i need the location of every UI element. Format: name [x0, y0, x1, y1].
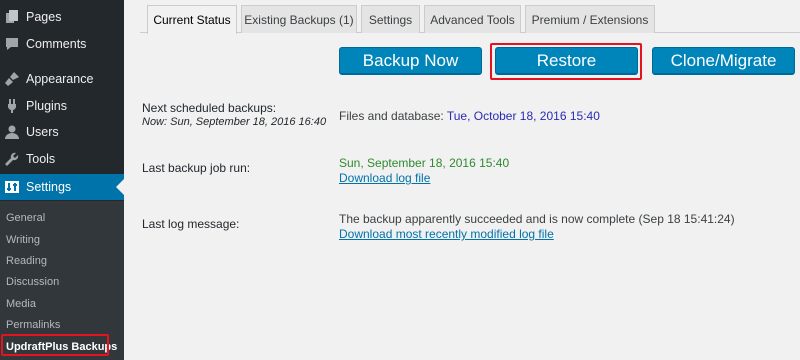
users-icon: [5, 125, 19, 139]
menu-item-tools[interactable]: Tools: [0, 146, 124, 172]
submenu-item-media[interactable]: Media: [0, 293, 124, 314]
updraftplus-highlight: [1, 334, 109, 356]
submenu-item-general[interactable]: General: [0, 207, 124, 228]
admin-sidebar: Pages Comments Appearance Plugins Users …: [0, 0, 124, 360]
last-backup-date: Sun, September 18, 2016 15:40: [339, 156, 510, 170]
next-scheduled-label: Next scheduled backups:: [142, 101, 277, 115]
menu-item-pages[interactable]: Pages: [0, 4, 124, 30]
tab-settings[interactable]: Settings: [361, 5, 420, 33]
download-log-link[interactable]: Download log file: [339, 171, 430, 185]
last-log-label: Last log message:: [142, 217, 240, 231]
menu-label: Users: [26, 125, 59, 139]
menu-item-users[interactable]: Users: [0, 119, 124, 145]
files-database-line: Files and database: Tue, October 18, 201…: [339, 109, 600, 123]
pages-icon: [5, 10, 19, 24]
tab-advanced-tools[interactable]: Advanced Tools: [424, 5, 521, 33]
menu-label: Comments: [26, 37, 87, 51]
backup-now-button[interactable]: Backup Now: [339, 47, 482, 75]
plugins-icon: [5, 99, 19, 113]
menu-item-appearance[interactable]: Appearance: [0, 66, 124, 92]
comments-icon: [5, 37, 19, 51]
menu-label: Settings: [26, 180, 72, 194]
submenu-item-reading[interactable]: Reading: [0, 250, 124, 271]
submenu-item-discussion[interactable]: Discussion: [0, 271, 124, 292]
restore-highlight: [490, 43, 642, 80]
files-database-label: Files and database:: [339, 109, 444, 123]
settings-icon: [5, 180, 19, 194]
now-time-label: Now: Sun, September 18, 2016 16:40: [142, 116, 327, 128]
submenu-item-permalinks[interactable]: Permalinks: [0, 314, 124, 335]
submenu-item-writing[interactable]: Writing: [0, 229, 124, 250]
clone-migrate-button[interactable]: Clone/Migrate: [652, 47, 795, 75]
menu-item-comments[interactable]: Comments: [0, 31, 124, 57]
last-backup-label: Last backup job run:: [142, 161, 251, 175]
menu-item-settings[interactable]: Settings: [0, 174, 124, 200]
download-recent-log-link[interactable]: Download most recently modified log file: [339, 227, 554, 241]
next-backup-date: Tue, October 18, 2016 15:40: [446, 109, 600, 123]
menu-label: Plugins: [26, 99, 67, 113]
tab-current-status[interactable]: Current Status: [147, 5, 237, 34]
menu-label: Appearance: [26, 72, 94, 86]
tools-icon: [5, 152, 19, 166]
appearance-icon: [5, 72, 19, 86]
menu-item-plugins[interactable]: Plugins: [0, 93, 124, 119]
menu-label: Tools: [26, 152, 56, 166]
last-log-message: The backup apparently succeeded and is n…: [339, 212, 735, 226]
tab-premium-extensions[interactable]: Premium / Extensions: [525, 5, 655, 33]
menu-label: Pages: [26, 10, 62, 24]
tab-existing-backups[interactable]: Existing Backups (1): [241, 5, 357, 33]
